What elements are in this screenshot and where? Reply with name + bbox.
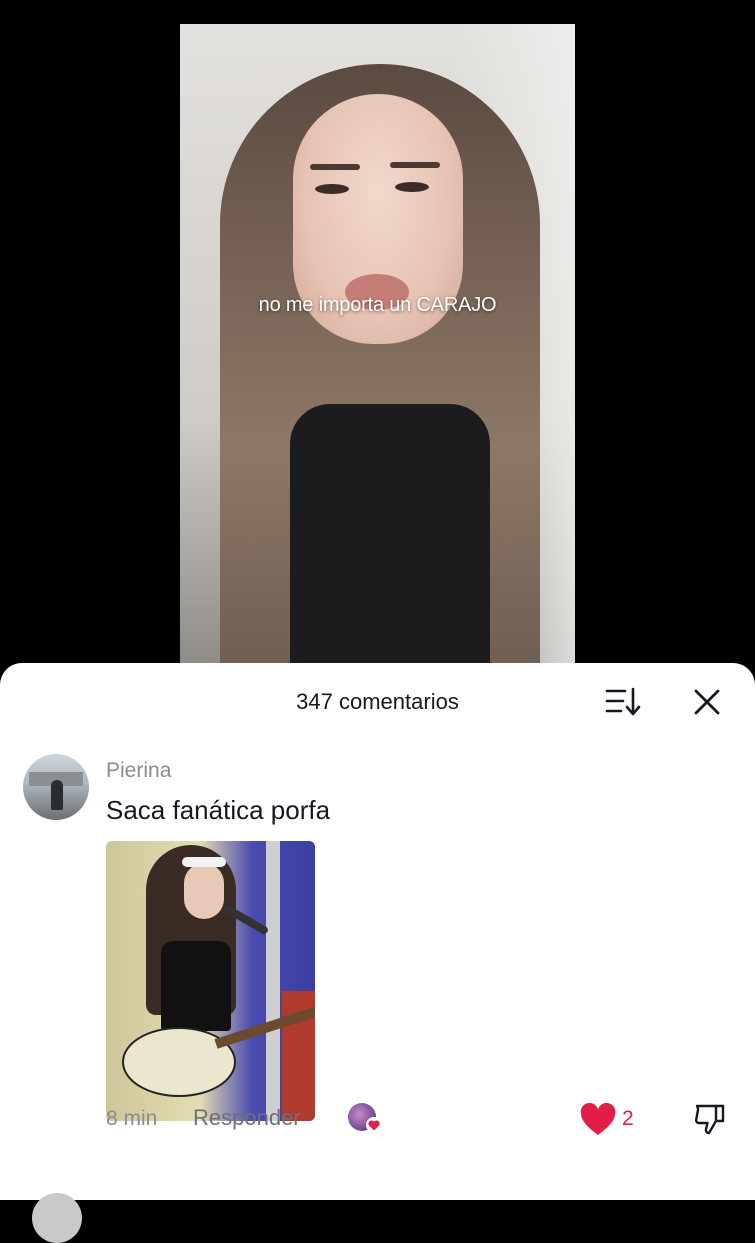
attachment-headband bbox=[182, 857, 226, 867]
close-button[interactable] bbox=[690, 685, 724, 719]
dislike-button[interactable] bbox=[692, 1101, 728, 1137]
eye-left bbox=[315, 184, 349, 194]
comments-sheet: 347 comentarios Pierina Saca fanática po… bbox=[0, 663, 755, 1243]
comment-text: Saca fanática porfa bbox=[106, 795, 331, 825]
heart-small-icon bbox=[366, 1117, 382, 1133]
heart-icon bbox=[580, 1102, 616, 1135]
comment-item: Pierina Saca fanática porfa 8 min Respon… bbox=[0, 751, 755, 1200]
brow-right bbox=[390, 162, 440, 168]
comments-header: 347 comentarios bbox=[0, 663, 755, 741]
brow-left bbox=[310, 164, 360, 170]
comment-attachment-image[interactable] bbox=[106, 841, 315, 1121]
video-player[interactable]: no me importa un CARAJO bbox=[180, 24, 575, 684]
sort-button[interactable] bbox=[604, 686, 642, 718]
attachment-top bbox=[161, 941, 231, 1031]
attachment-face bbox=[184, 863, 224, 919]
video-caption: no me importa un CARAJO bbox=[258, 294, 497, 316]
attachment-pole bbox=[266, 841, 280, 1121]
comment-meta: 8 min Responder 2 bbox=[0, 1101, 755, 1135]
video-subject-shirt bbox=[290, 404, 490, 684]
eye-right bbox=[395, 182, 429, 192]
close-icon bbox=[694, 689, 720, 715]
like-button[interactable] bbox=[579, 1102, 617, 1137]
avatar-photo-person bbox=[51, 780, 63, 810]
comment-time: 8 min bbox=[106, 1107, 158, 1130]
like-count: 2 bbox=[622, 1107, 634, 1130]
reply-button[interactable]: Responder bbox=[193, 1105, 301, 1131]
comment-username[interactable]: Pierina bbox=[106, 759, 171, 783]
thumbs-down-icon bbox=[694, 1104, 725, 1135]
sort-descending-icon bbox=[605, 687, 641, 716]
avatar[interactable] bbox=[23, 754, 89, 820]
next-comment-avatar[interactable] bbox=[32, 1193, 82, 1243]
creator-liked-badge bbox=[348, 1101, 384, 1135]
